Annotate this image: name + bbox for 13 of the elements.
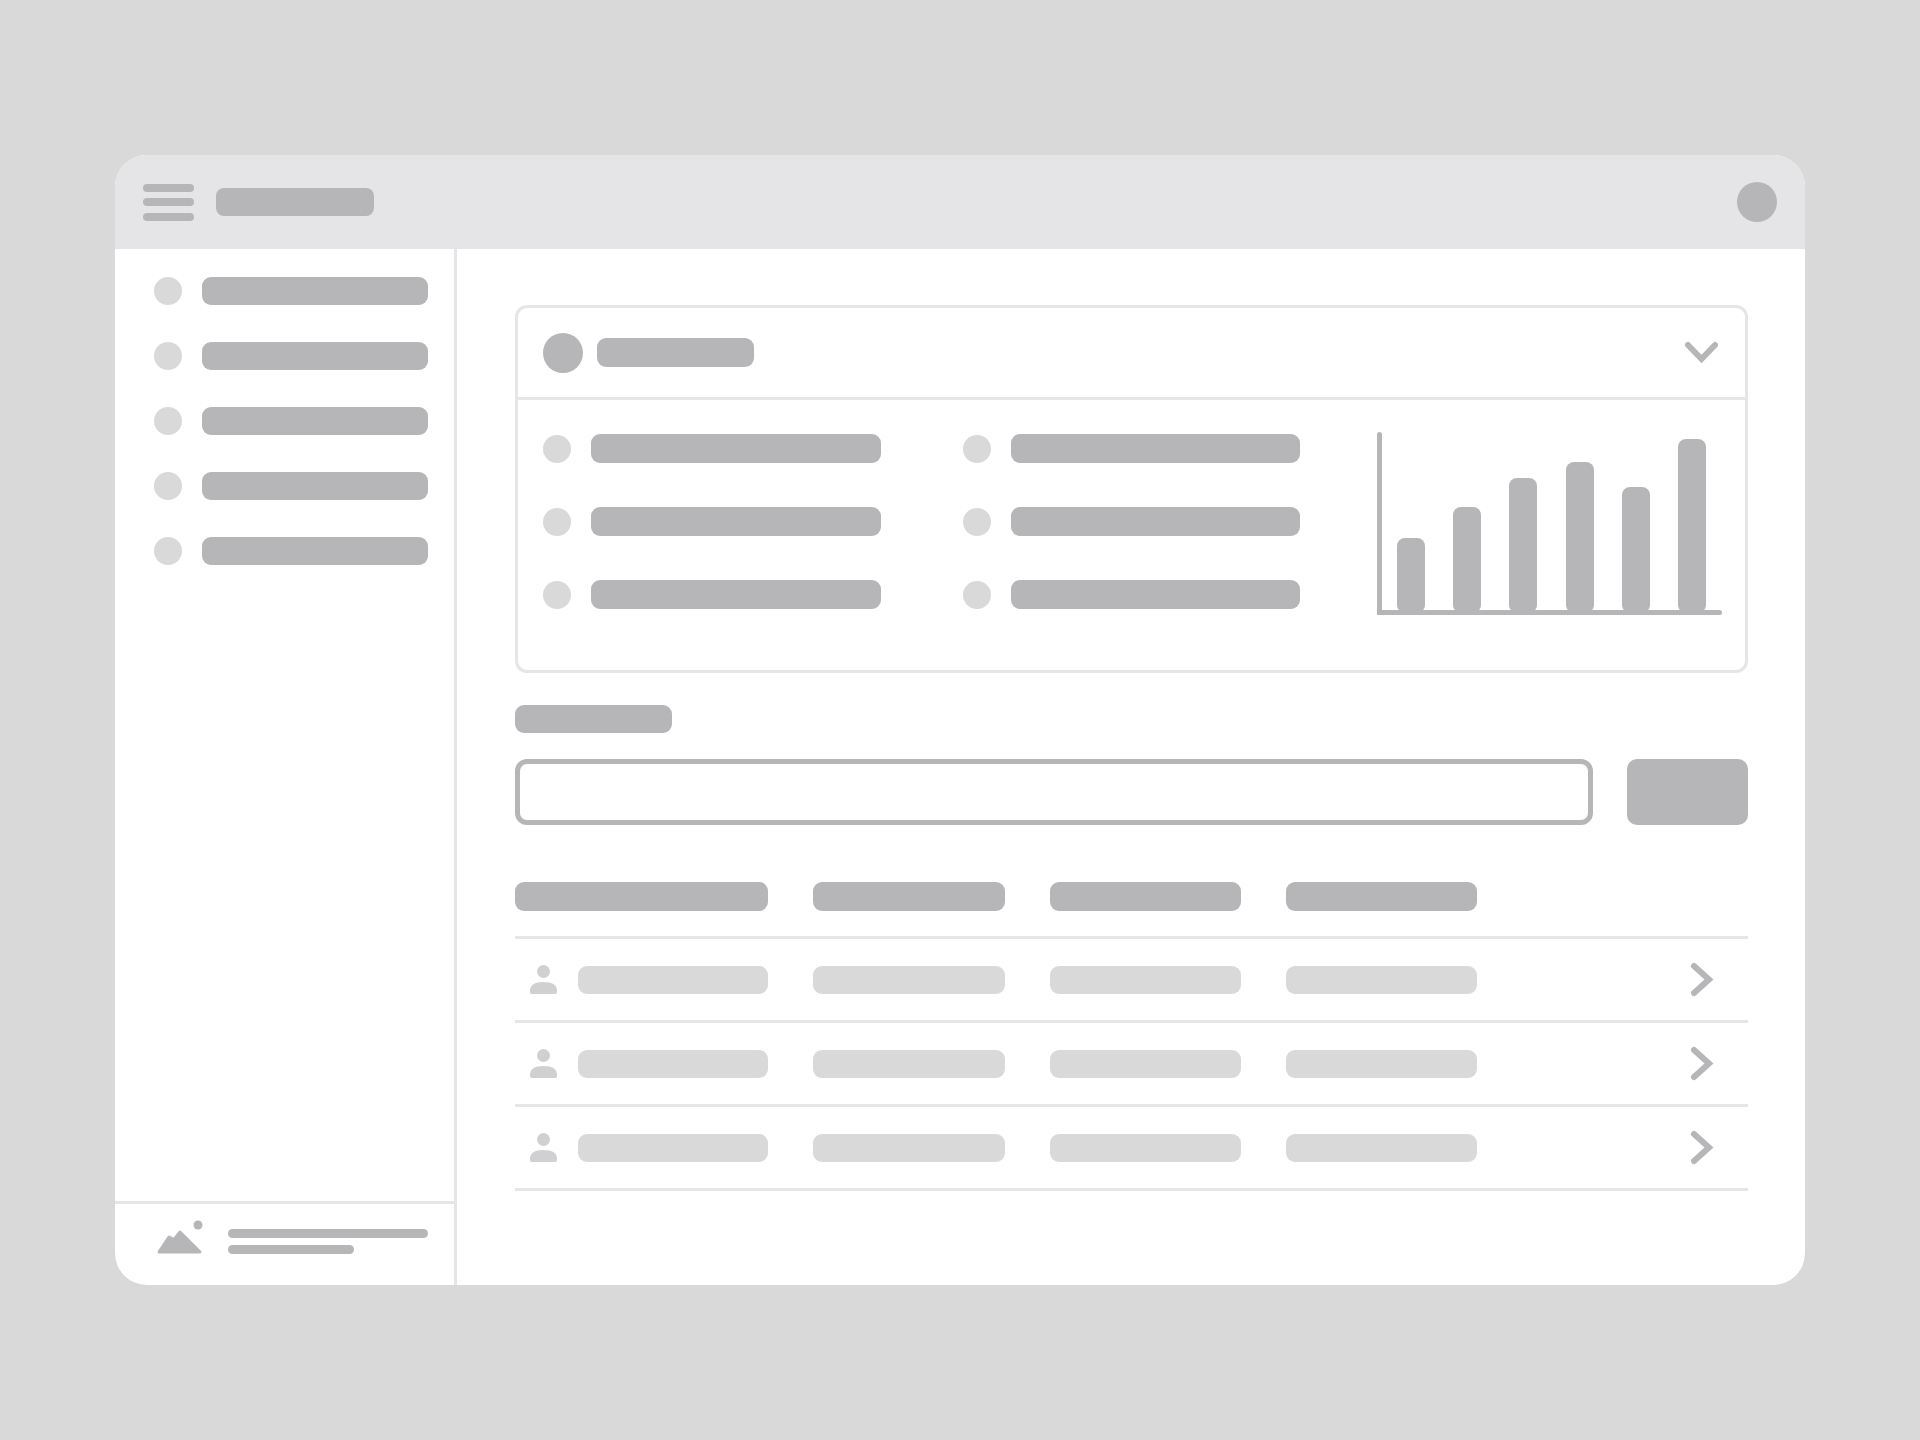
menu-icon[interactable]: [143, 183, 194, 221]
avatar-icon[interactable]: [1737, 182, 1777, 222]
person-icon: [529, 1133, 558, 1162]
image-icon: [157, 1220, 203, 1254]
chevron-right-icon[interactable]: [1690, 1130, 1714, 1165]
action-button[interactable]: [1627, 759, 1748, 825]
chevron-right-icon[interactable]: [1690, 962, 1714, 997]
input-field[interactable]: [515, 759, 1593, 825]
person-icon: [529, 1049, 558, 1078]
avatar-icon: [543, 332, 583, 373]
person-icon: [529, 965, 558, 994]
chevron-down-icon[interactable]: [1684, 341, 1719, 364]
chevron-right-icon[interactable]: [1690, 1046, 1714, 1081]
